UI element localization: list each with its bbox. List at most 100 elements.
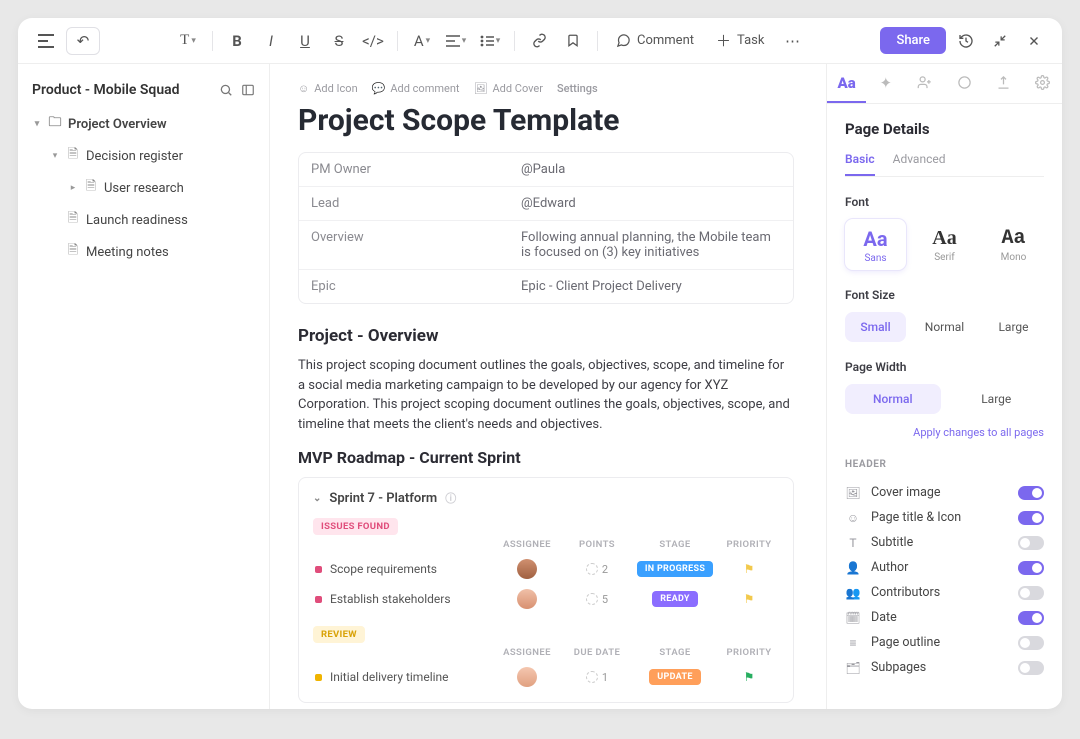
- status-pill: REVIEW: [313, 626, 365, 643]
- toggle[interactable]: [1018, 511, 1044, 525]
- header-option: 🖼 Cover image: [845, 480, 1044, 505]
- add-icon-action[interactable]: ☺Add Icon: [298, 82, 358, 95]
- menu-icon[interactable]: [32, 27, 60, 55]
- col-headers: ASSIGNEE POINTS STAGE PRIORITY: [313, 535, 779, 554]
- bold-icon[interactable]: B: [223, 27, 251, 55]
- tab-ai-icon[interactable]: ✦: [866, 64, 905, 103]
- toggle[interactable]: [1018, 586, 1044, 600]
- tree-item[interactable]: 🗎 Meeting notes: [46, 236, 259, 268]
- option-icon: ≡: [845, 636, 861, 650]
- size-small[interactable]: Small: [845, 312, 906, 342]
- avatar: [517, 589, 537, 609]
- toggle[interactable]: [1018, 661, 1044, 675]
- text-color[interactable]: A▾: [408, 27, 436, 55]
- paragraph-style[interactable]: T▾: [174, 27, 202, 55]
- tree-item[interactable]: ▸ 🗎 User research: [64, 172, 259, 204]
- task-row[interactable]: Establish stakeholders 5 READY ⚑: [313, 584, 779, 614]
- size-large[interactable]: Large: [983, 312, 1044, 342]
- chevron-down-icon: ⌄: [313, 493, 321, 504]
- header-section-label: HEADER: [845, 459, 1044, 470]
- toggle[interactable]: [1018, 486, 1044, 500]
- dot-icon: [315, 674, 322, 681]
- toggle[interactable]: [1018, 536, 1044, 550]
- table-row[interactable]: EpicEpic - Client Project Delivery: [299, 270, 793, 303]
- header-option: T Subtitle: [845, 530, 1044, 555]
- doc-icon: 🗎: [66, 145, 80, 167]
- option-label: Cover image: [871, 485, 941, 500]
- details-panel: Aa ✦ Page Details Basic Advanced Font Aa…: [826, 64, 1062, 709]
- section-heading[interactable]: Project - Overview: [298, 326, 794, 346]
- collapse-icon[interactable]: [986, 27, 1014, 55]
- settings-action[interactable]: Settings: [557, 82, 598, 95]
- tab-comments-icon[interactable]: [945, 64, 984, 103]
- apply-all-link[interactable]: Apply changes to all pages: [845, 426, 1044, 439]
- toggle[interactable]: [1018, 561, 1044, 575]
- header-option: ☺ Page title & Icon: [845, 505, 1044, 530]
- close-icon[interactable]: [1020, 27, 1048, 55]
- add-cover-action[interactable]: 🖼Add Cover: [474, 82, 543, 95]
- code-icon[interactable]: </>: [359, 27, 387, 55]
- toggle[interactable]: [1018, 611, 1044, 625]
- doc-icon: 🗎: [84, 177, 98, 199]
- tree-root[interactable]: ▾ 🗀 Project Overview: [28, 108, 259, 140]
- page-title[interactable]: Project Scope Template: [298, 103, 794, 138]
- tree-item[interactable]: ▾ 🗎 Decision register: [46, 140, 259, 172]
- panel-title: Page Details: [845, 120, 1044, 138]
- strike-icon[interactable]: S: [325, 27, 353, 55]
- link-icon[interactable]: [525, 27, 553, 55]
- table-row[interactable]: OverviewFollowing annual planning, the M…: [299, 221, 793, 270]
- task-button[interactable]: ＋Task: [708, 26, 772, 55]
- chevron-down-icon: ▾: [32, 119, 42, 129]
- size-label: Font Size: [845, 288, 1044, 302]
- underline-icon[interactable]: U: [291, 27, 319, 55]
- align-icon[interactable]: ▾: [442, 27, 470, 55]
- section-body[interactable]: This project scoping document outlines t…: [298, 356, 794, 434]
- tab-advanced[interactable]: Advanced: [893, 152, 946, 176]
- sprint-header[interactable]: ⌄ Sprint 7 - Platform ⓘ: [313, 490, 779, 506]
- points-icon: [586, 593, 598, 605]
- task-row[interactable]: Initial delivery timeline 1 UPDATE ⚑: [313, 662, 779, 692]
- width-normal[interactable]: Normal: [845, 384, 941, 414]
- panel-toggle-icon[interactable]: [241, 83, 255, 97]
- font-option-mono[interactable]: AaMono: [983, 219, 1044, 270]
- tab-typography[interactable]: Aa: [827, 64, 866, 103]
- option-icon: 👤: [845, 561, 861, 575]
- toolbar: ↶ T▾ B I U S </> A▾ ▾ ▾ Comment ＋Task ⋯ …: [18, 18, 1062, 64]
- toggle[interactable]: [1018, 636, 1044, 650]
- comment-button[interactable]: Comment: [608, 29, 702, 52]
- undo-icon[interactable]: ↶: [73, 31, 93, 51]
- width-large[interactable]: Large: [949, 384, 1045, 414]
- tab-share-icon[interactable]: [905, 64, 944, 103]
- section-heading[interactable]: MVP Roadmap - Current Sprint: [298, 448, 794, 467]
- table-row[interactable]: PM Owner@Paula: [299, 153, 793, 187]
- header-option: 👥 Contributors: [845, 580, 1044, 605]
- doc-icon: 🗎: [66, 241, 80, 263]
- doc-actions: ☺Add Icon 💬Add comment 🖼Add Cover Settin…: [298, 82, 794, 95]
- option-icon: T: [845, 536, 861, 550]
- font-option-sans[interactable]: AaSans: [845, 219, 906, 270]
- points-icon: [586, 563, 598, 575]
- chevron-down-icon: ▾: [50, 151, 60, 161]
- tab-export-icon[interactable]: [984, 64, 1023, 103]
- option-icon: 🗓: [845, 611, 861, 625]
- size-normal[interactable]: Normal: [914, 312, 975, 342]
- font-option-serif[interactable]: AaSerif: [914, 219, 975, 270]
- option-label: Date: [871, 610, 897, 625]
- more-icon[interactable]: ⋯: [778, 27, 806, 55]
- task-row[interactable]: Scope requirements 2 IN PROGRESS ⚑: [313, 554, 779, 584]
- italic-icon[interactable]: I: [257, 27, 285, 55]
- bookmark-icon[interactable]: [559, 27, 587, 55]
- header-option: 👤 Author: [845, 555, 1044, 580]
- add-comment-action[interactable]: 💬Add comment: [372, 82, 460, 95]
- tree-item[interactable]: 🗎 Launch readiness: [46, 204, 259, 236]
- tab-basic[interactable]: Basic: [845, 152, 875, 176]
- chevron-right-icon: ▸: [68, 183, 78, 193]
- list-icon[interactable]: ▾: [476, 27, 504, 55]
- share-button[interactable]: Share: [880, 27, 946, 54]
- flag-icon: ⚑: [721, 562, 777, 576]
- history-icon[interactable]: [952, 27, 980, 55]
- tab-settings-icon[interactable]: [1023, 64, 1062, 103]
- table-row[interactable]: Lead@Edward: [299, 187, 793, 221]
- search-icon[interactable]: [219, 83, 233, 97]
- status-pill: ISSUES FOUND: [313, 518, 398, 535]
